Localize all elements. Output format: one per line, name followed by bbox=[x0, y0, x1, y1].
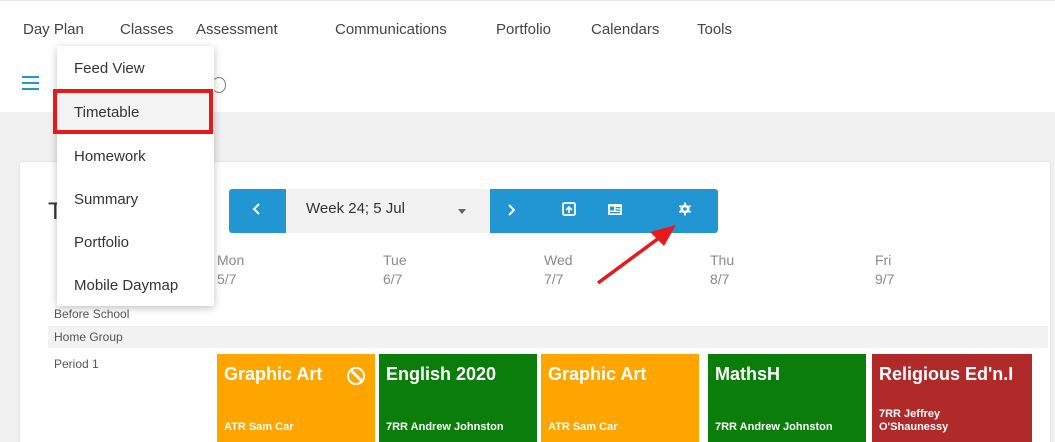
chevron-right-icon bbox=[508, 204, 516, 216]
ban-icon bbox=[347, 367, 365, 385]
lesson-wed-p1[interactable]: Graphic Art ATR Sam Car bbox=[541, 354, 699, 442]
menu-item-summary[interactable]: Summary bbox=[57, 180, 214, 220]
id-card-button[interactable] bbox=[595, 189, 635, 233]
menu-item-homework[interactable]: Homework bbox=[57, 137, 214, 177]
nav-portfolio[interactable]: Portfolio bbox=[496, 21, 551, 38]
week-select[interactable]: Week 24; 5 Jul bbox=[286, 189, 490, 233]
chevron-left-icon bbox=[252, 203, 260, 215]
previous-week-button[interactable] bbox=[229, 189, 285, 233]
export-icon bbox=[562, 202, 576, 216]
export-button[interactable] bbox=[549, 189, 589, 233]
hamburger-menu-icon[interactable] bbox=[22, 76, 39, 90]
day-header-tue: Tue 6/7 bbox=[383, 252, 407, 287]
gear-icon bbox=[679, 202, 691, 216]
caret-down-icon bbox=[458, 209, 466, 214]
annotation-highlight-box bbox=[53, 89, 213, 134]
lesson-tue-p1[interactable]: English 2020 7RR Andrew Johnston bbox=[379, 354, 537, 442]
week-toolbar: Week 24; 5 Jul bbox=[229, 189, 718, 233]
nav-classes[interactable]: Classes bbox=[120, 21, 173, 38]
nav-assessment[interactable]: Assessment bbox=[196, 21, 278, 38]
next-week-button[interactable] bbox=[491, 189, 531, 233]
lesson-thu-p1[interactable]: MathsH 7RR Andrew Johnston bbox=[708, 354, 866, 442]
menu-item-mobile-daymap[interactable]: Mobile Daymap bbox=[57, 266, 214, 306]
day-header-thu: Thu 8/7 bbox=[710, 252, 735, 287]
day-plan-dropdown-menu: Feed View Timetable Homework Summary Por… bbox=[57, 46, 214, 306]
row-home-group: Home Group bbox=[48, 326, 1048, 348]
nav-calendars[interactable]: Calendars bbox=[591, 21, 659, 38]
day-header-wed: Wed 7/7 bbox=[544, 252, 573, 287]
id-card-icon bbox=[608, 204, 622, 215]
lesson-mon-p1[interactable]: Graphic Art ATR Sam Car bbox=[217, 354, 375, 442]
nav-day-plan[interactable]: Day Plan bbox=[23, 21, 84, 38]
nav-communications[interactable]: Communications bbox=[335, 21, 447, 38]
settings-button[interactable] bbox=[665, 189, 705, 233]
top-nav: Day Plan Classes Assessment Communicatio… bbox=[0, 0, 1055, 46]
row-before-school: Before School bbox=[54, 307, 130, 321]
week-select-value: Week 24; 5 Jul bbox=[306, 200, 405, 217]
menu-item-portfolio[interactable]: Portfolio bbox=[57, 223, 214, 263]
refresh-icon[interactable] bbox=[212, 77, 226, 93]
day-header-fri: Fri 9/7 bbox=[875, 252, 895, 287]
lesson-fri-p1[interactable]: Religious Ed'n.I 7RR Jeffrey O'Shaunessy bbox=[872, 354, 1032, 442]
menu-item-feed-view[interactable]: Feed View bbox=[57, 49, 214, 89]
day-header-mon: Mon 5/7 bbox=[217, 252, 245, 287]
nav-tools[interactable]: Tools bbox=[697, 21, 732, 38]
